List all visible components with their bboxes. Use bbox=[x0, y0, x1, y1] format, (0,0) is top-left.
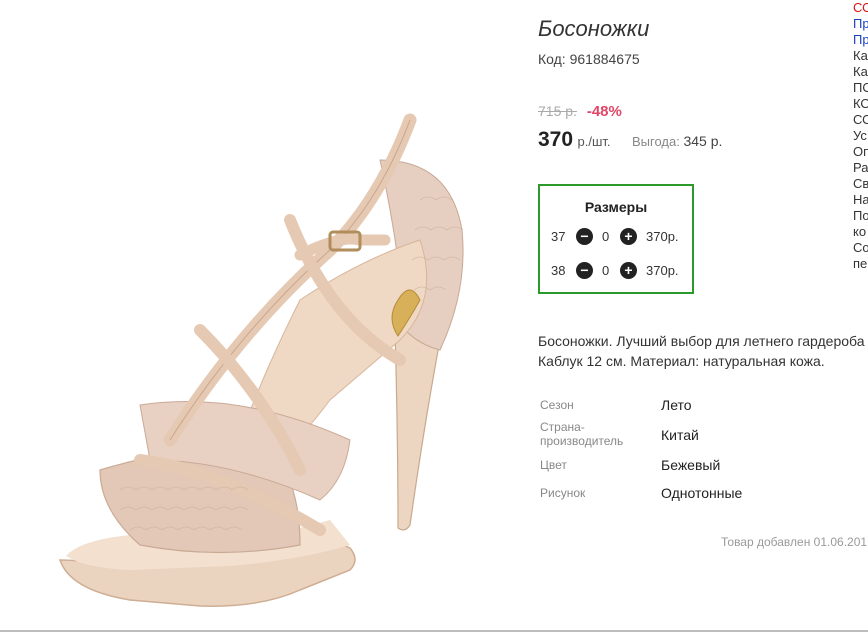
property-value: Однотонные bbox=[661, 485, 743, 501]
right-menu-item[interactable]: Со bbox=[853, 240, 868, 256]
property-label: Страна-производитель bbox=[540, 420, 624, 448]
right-menu-item[interactable]: По bbox=[853, 208, 868, 224]
product-photo bbox=[0, 0, 510, 632]
right-menu-item[interactable]: На bbox=[853, 192, 868, 208]
size-price: 370р. bbox=[646, 263, 679, 278]
property-value: Лето bbox=[661, 397, 692, 413]
right-menu-item[interactable]: Ка bbox=[853, 48, 868, 64]
right-menu-item[interactable]: СО bbox=[853, 112, 868, 128]
property-value: Бежевый bbox=[661, 457, 721, 473]
minus-circle-icon[interactable]: − bbox=[576, 262, 593, 279]
size-price: 370р. bbox=[646, 229, 679, 244]
right-menu-item[interactable]: Ус bbox=[853, 128, 868, 144]
current-price: 370 bbox=[538, 128, 574, 151]
plus-circle-icon[interactable]: + bbox=[620, 228, 637, 245]
right-menu-item[interactable]: ПО bbox=[853, 80, 868, 96]
size-label: 37 bbox=[551, 229, 566, 244]
savings-value: 345 р. bbox=[683, 133, 723, 149]
right-menu-item[interactable]: КО bbox=[853, 96, 868, 112]
added-date: Товар добавлен 01.06.201 bbox=[721, 535, 868, 549]
product-title: Босоножки bbox=[538, 16, 650, 41]
right-menu-item[interactable]: ко bbox=[853, 224, 868, 240]
plus-circle-icon[interactable]: + bbox=[620, 262, 637, 279]
old-price: 715 р. bbox=[538, 103, 577, 119]
product-sku: Код: 961884675 bbox=[538, 51, 640, 67]
property-label: Цвет bbox=[540, 458, 567, 472]
minus-circle-icon[interactable]: − bbox=[576, 228, 593, 245]
product-description: Босоножки. Лучший выбор для летнего гард… bbox=[538, 331, 868, 371]
size-quantity: 0 bbox=[602, 229, 610, 244]
right-menu-item[interactable]: Пр bbox=[853, 16, 868, 32]
sizes-title: Размеры bbox=[584, 199, 648, 215]
size-quantity: 0 bbox=[602, 263, 610, 278]
right-menu: СО Пр Пр Ка Ка ПО КО СО Ус Оп Ра Св На П… bbox=[853, 0, 868, 272]
property-value: Китай bbox=[661, 427, 699, 443]
size-label: 38 bbox=[551, 263, 566, 278]
sizes-panel: Размеры 37 − 0 + 370р. 38 − 0 + 370р. bbox=[538, 184, 694, 294]
right-menu-item[interactable]: Ка bbox=[853, 64, 868, 80]
property-label: Сезон bbox=[540, 398, 574, 412]
description-line: Каблук 12 см. Материал: натуральная кожа… bbox=[538, 353, 825, 369]
right-menu-item[interactable]: Св bbox=[853, 176, 868, 192]
right-menu-item[interactable]: СО bbox=[853, 0, 868, 16]
old-price-row: 715 р. -48% bbox=[538, 103, 622, 120]
price-row: 370 р./шт. bbox=[538, 128, 611, 152]
discount-badge: -48% bbox=[586, 103, 622, 120]
right-menu-item[interactable]: Пр bbox=[853, 32, 868, 48]
size-row: 37 − 0 + 370р. bbox=[540, 227, 696, 247]
description-line: Босоножки. Лучший выбор для летнего гард… bbox=[538, 333, 865, 349]
property-label: Рисунок bbox=[540, 486, 586, 500]
price-unit: р./шт. bbox=[577, 134, 611, 149]
right-menu-item[interactable]: Ра bbox=[853, 160, 868, 176]
right-menu-item[interactable]: Оп bbox=[853, 144, 868, 160]
savings-label: Выгода: bbox=[632, 134, 680, 149]
size-row: 38 − 0 + 370р. bbox=[540, 261, 696, 281]
savings: Выгода: 345 р. bbox=[632, 133, 722, 149]
right-menu-item[interactable]: пе bbox=[853, 256, 868, 272]
